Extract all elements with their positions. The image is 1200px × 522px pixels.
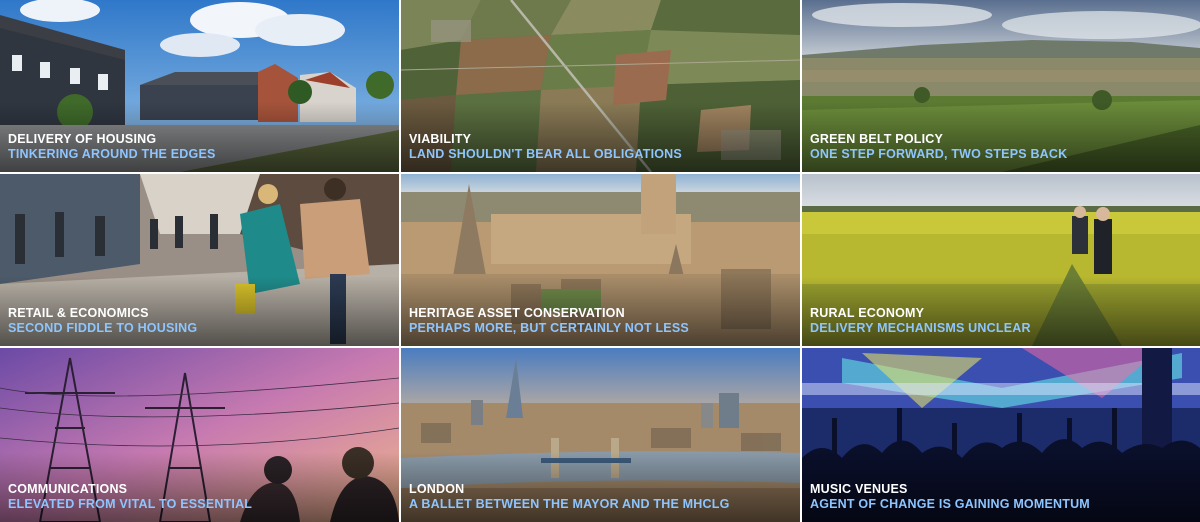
tile-title: VIABILITY — [409, 132, 472, 146]
tile-communications[interactable]: COMMUNICATIONS ELEVATED FROM VITAL TO ES… — [0, 348, 399, 522]
tile-subtitle: PERHAPS MORE, BUT CERTAINLY NOT LESS — [409, 321, 689, 335]
tile-title: RETAIL & ECONOMICS — [8, 306, 149, 320]
caption: MUSIC VENUES AGENT OF CHANGE IS GAINING … — [810, 482, 1194, 512]
tile-title: LONDON — [409, 482, 465, 496]
tile-subtitle: ELEVATED FROM VITAL TO ESSENTIAL — [8, 497, 253, 511]
caption: RURAL ECONOMY DELIVERY MECHANISMS UNCLEA… — [810, 306, 1194, 336]
caption: GREEN BELT POLICY ONE STEP FORWARD, TWO … — [810, 132, 1194, 162]
caption: HERITAGE ASSET CONSERVATION PERHAPS MORE… — [409, 306, 794, 336]
tile-subtitle: LAND SHOULDN'T BEAR ALL OBLIGATIONS — [409, 147, 682, 161]
caption: VIABILITY LAND SHOULDN'T BEAR ALL OBLIGA… — [409, 132, 794, 162]
tile-viability[interactable]: VIABILITY LAND SHOULDN'T BEAR ALL OBLIGA… — [401, 0, 800, 172]
tile-title: DELIVERY OF HOUSING — [8, 132, 157, 146]
tile-retail-economics[interactable]: RETAIL & ECONOMICS SECOND FIDDLE TO HOUS… — [0, 174, 399, 346]
tile-music-venues[interactable]: MUSIC VENUES AGENT OF CHANGE IS GAINING … — [802, 348, 1200, 522]
tile-subtitle: TINKERING AROUND THE EDGES — [8, 147, 216, 161]
tile-subtitle: AGENT OF CHANGE IS GAINING MOMENTUM — [810, 497, 1090, 511]
caption: DELIVERY OF HOUSING TINKERING AROUND THE… — [8, 132, 393, 162]
caption: LONDON A BALLET BETWEEN THE MAYOR AND TH… — [409, 482, 794, 512]
tile-subtitle: DELIVERY MECHANISMS UNCLEAR — [810, 321, 1031, 335]
caption: RETAIL & ECONOMICS SECOND FIDDLE TO HOUS… — [8, 306, 393, 336]
tile-title: GREEN BELT POLICY — [810, 132, 944, 146]
tile-subtitle: A BALLET BETWEEN THE MAYOR AND THE MHCLG — [409, 497, 730, 511]
caption: COMMUNICATIONS ELEVATED FROM VITAL TO ES… — [8, 482, 393, 512]
tile-rural-economy[interactable]: RURAL ECONOMY DELIVERY MECHANISMS UNCLEA… — [802, 174, 1200, 346]
tile-subtitle: SECOND FIDDLE TO HOUSING — [8, 321, 198, 335]
tile-title: HERITAGE ASSET CONSERVATION — [409, 306, 625, 320]
tile-title: MUSIC VENUES — [810, 482, 908, 496]
tile-green-belt-policy[interactable]: GREEN BELT POLICY ONE STEP FORWARD, TWO … — [802, 0, 1200, 172]
tile-london[interactable]: LONDON A BALLET BETWEEN THE MAYOR AND TH… — [401, 348, 800, 522]
topic-grid: DELIVERY OF HOUSING TINKERING AROUND THE… — [0, 0, 1200, 522]
tile-title: RURAL ECONOMY — [810, 306, 925, 320]
tile-subtitle: ONE STEP FORWARD, TWO STEPS BACK — [810, 147, 1068, 161]
tile-delivery-of-housing[interactable]: DELIVERY OF HOUSING TINKERING AROUND THE… — [0, 0, 399, 172]
tile-heritage-asset-conservation[interactable]: HERITAGE ASSET CONSERVATION PERHAPS MORE… — [401, 174, 800, 346]
tile-title: COMMUNICATIONS — [8, 482, 128, 496]
